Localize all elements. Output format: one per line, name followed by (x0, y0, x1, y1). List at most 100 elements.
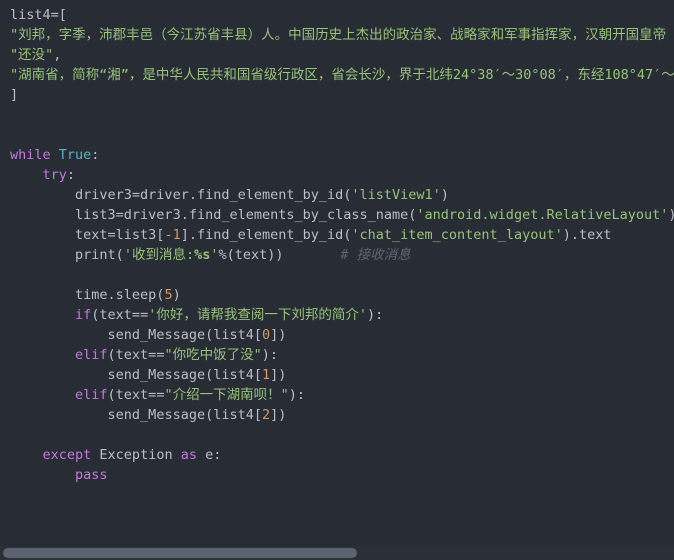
code-line[interactable]: send_Message(list4[2]) (0, 405, 674, 425)
code-token-if-end: ): (366, 307, 384, 323)
code-token-comment-receive: # 接收消息 (340, 247, 411, 263)
code-editor-window: list4=[ "刘邦，字季，沛郡丰邑（今江苏省丰县）人。中国历史上杰出的政治家… (0, 0, 674, 560)
code-line[interactable]: "还没", (0, 45, 674, 65)
code-token-string-liubang-query: '你好，请帮我查阅一下刘邦的简介' (148, 307, 367, 323)
code-token-string-relativelayout: 'android.widget.RelativeLayout' (416, 207, 669, 223)
code-token-exception-var: e: (196, 447, 222, 463)
code-token-bracket-close: ]) (270, 407, 287, 423)
code-token-bracket-close: ]) (270, 327, 287, 343)
code-token-string-liubang: "刘邦，字季，沛郡丰邑（今江苏省丰县）人。中国历史上杰出的政治家、战略家和军事指… (10, 27, 667, 43)
code-token-string-listview1: 'listView1' (351, 187, 441, 203)
code-token-list-close: ] (10, 87, 19, 103)
code-token-keyword-elif-2: elif (75, 387, 108, 403)
code-token-text-end: ).text (562, 227, 612, 243)
code-line[interactable]: "湖南省，简称“湘”，是中华人民共和国省级行政区，省会长沙，界于北纬24°38′… (0, 65, 674, 85)
code-token-keyword-while: while (10, 147, 51, 163)
code-line[interactable]: except Exception as e: (0, 445, 674, 465)
code-line[interactable]: elif(text=="你吃中饭了没"): (0, 345, 674, 365)
code-token-string-haimei: "还没" (10, 47, 54, 63)
code-line[interactable]: try: (0, 165, 674, 185)
code-token-keyword-elif-1: elif (75, 347, 108, 363)
code-token-send-message-0: send_Message(list4[ (107, 327, 262, 343)
code-token-text-assign: text=list3[ (75, 227, 165, 243)
code-line[interactable]: list4=[ (0, 5, 674, 25)
code-token-comma: , (53, 47, 62, 63)
code-editor-surface[interactable]: list4=[ "刘邦，字季，沛郡丰邑（今江苏省丰县）人。中国历史上杰出的政治家… (0, 0, 674, 546)
code-token-keyword-try: try (42, 167, 67, 183)
code-token-keyword-except: except (42, 447, 92, 463)
code-line[interactable]: while True: (0, 145, 674, 165)
code-token-if-cond: (text== (91, 307, 149, 323)
code-line[interactable]: print('收到消息:%s'%(text)) # 接收消息 (0, 245, 674, 265)
code-line[interactable]: list3=driver3.find_elements_by_class_nam… (0, 205, 674, 225)
code-token-send-message-2: send_Message(list4[ (107, 407, 262, 423)
code-token-time-sleep: time.sleep( (75, 287, 165, 303)
code-line[interactable]: pass (0, 465, 674, 485)
code-token-driver3-assign: driver3=driver.find_element_by_id( (75, 187, 352, 203)
code-token-number-five: 5 (164, 287, 173, 303)
code-token-string-hunan: "湖南省，简称“湘”，是中华人民共和国省级行政区，省会长沙，界于北纬24°38′… (10, 67, 674, 83)
code-line-blank[interactable] (0, 425, 674, 445)
code-line-blank[interactable] (0, 125, 674, 145)
code-token-elif-end-1: ): (261, 347, 278, 363)
code-token-bracket-close: ]) (270, 367, 287, 383)
code-token-text-mid: ].find_element_by_id( (180, 227, 352, 243)
code-token-elif-cond-2: (text== (107, 387, 165, 403)
code-token-string-hunan-query: "介绍一下湖南呗！" (164, 387, 289, 403)
code-token-elif-end-2: ): (288, 387, 305, 403)
code-spacing (284, 247, 341, 263)
code-token-exception-name: Exception (91, 447, 181, 463)
code-token-colon: : (91, 147, 100, 163)
code-line[interactable]: "刘邦，字季，沛郡丰邑（今江苏省丰县）人。中国历史上杰出的政治家、战略家和军事指… (0, 25, 674, 45)
code-token-number-zero: 0 (261, 327, 271, 343)
code-token-keyword-as: as (180, 447, 197, 463)
code-line[interactable]: time.sleep(5) (0, 285, 674, 305)
code-token-colon: : (66, 167, 76, 183)
code-token-print-call: print( (75, 247, 124, 263)
code-token-paren-close: ) (172, 287, 181, 303)
code-token-send-message-1: send_Message(list4[ (107, 367, 262, 383)
code-token-elif-cond-1: (text== (107, 347, 165, 363)
code-token-constant-true: True (58, 147, 92, 163)
code-line[interactable]: driver3=driver.find_element_by_id('listV… (0, 185, 674, 205)
horizontal-scrollbar-thumb[interactable] (3, 548, 357, 558)
code-line[interactable]: send_Message(list4[1]) (0, 365, 674, 385)
code-token-format-spec: %s (194, 247, 211, 263)
code-token-keyword-if: if (75, 307, 92, 323)
code-token-paren-close: ) (668, 207, 674, 223)
code-line-blank[interactable] (0, 265, 674, 285)
code-line[interactable]: elif(text=="介绍一下湖南呗！"): (0, 385, 674, 405)
code-token-number-minus-one: -1 (164, 227, 181, 243)
code-token-string-lunch-query: "你吃中饭了没" (164, 347, 262, 363)
code-token-string-chat-item: 'chat_item_content_layout' (351, 227, 563, 243)
code-line[interactable]: text=list3[-1].find_element_by_id('chat_… (0, 225, 674, 245)
code-line-blank[interactable] (0, 105, 674, 125)
code-line[interactable]: ] (0, 85, 674, 105)
code-token-number-two: 2 (261, 407, 271, 423)
code-token-keyword-pass: pass (75, 467, 108, 483)
code-line[interactable]: send_Message(list4[0]) (0, 325, 674, 345)
code-token-list-declaration: list4=[ (10, 7, 67, 23)
code-token-number-one: 1 (261, 367, 271, 383)
code-token-string-received: '收到消息: (123, 247, 195, 263)
code-token-print-end: %(text)) (218, 247, 284, 263)
code-token-paren-close: ) (440, 187, 449, 203)
code-token-list3-assign: list3=driver3.find_elements_by_class_nam… (75, 207, 417, 223)
code-line[interactable]: if(text=='你好，请帮我查阅一下刘邦的简介'): (0, 305, 674, 325)
horizontal-scrollbar-track[interactable] (0, 546, 674, 560)
